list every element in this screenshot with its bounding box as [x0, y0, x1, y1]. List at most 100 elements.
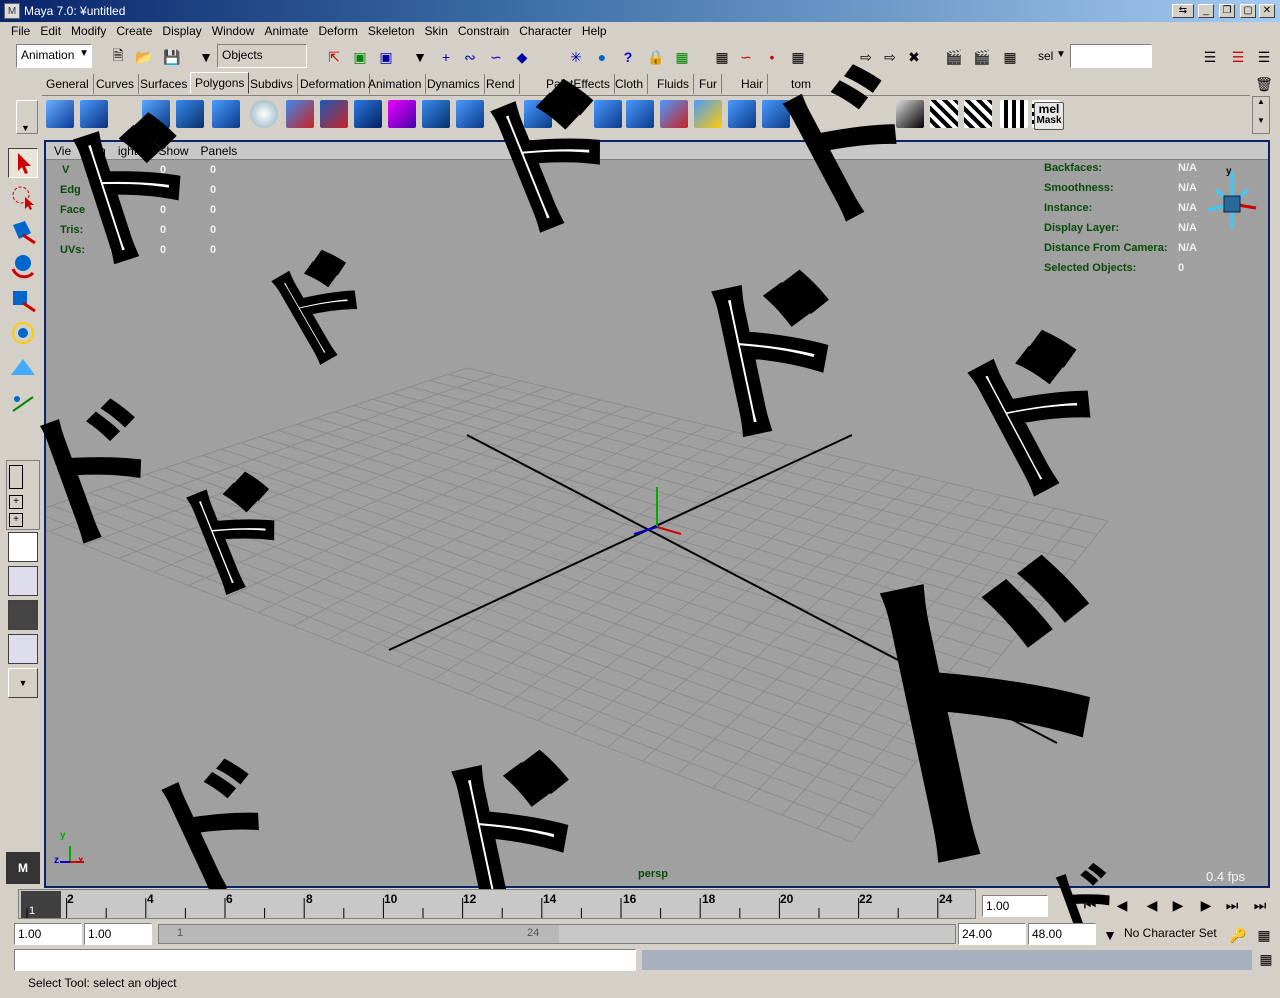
- attribute-editor-icon[interactable]: ☰: [1200, 47, 1220, 67]
- tab-cloth[interactable]: Cloth: [611, 74, 649, 94]
- cylindrical-mapping-icon[interactable]: [930, 100, 958, 128]
- menu-help[interactable]: Help: [577, 22, 612, 40]
- character-set-menu[interactable]: No Character Set: [1124, 926, 1217, 940]
- menu-window[interactable]: Window: [207, 22, 260, 40]
- playback-start-field[interactable]: 1.00: [84, 923, 152, 945]
- render-view-icon[interactable]: 🎬: [944, 47, 964, 67]
- mask-dropdown-icon[interactable]: ▼: [410, 47, 430, 67]
- playback-end-field[interactable]: 24.00: [958, 923, 1026, 945]
- snap-grid-icon[interactable]: ▦: [712, 47, 732, 67]
- quick-selection-input[interactable]: [1070, 44, 1152, 68]
- shelf-menu-button[interactable]: ▼: [16, 100, 38, 134]
- combine-icon[interactable]: [354, 100, 382, 128]
- menu-display[interactable]: Display: [157, 22, 206, 40]
- handles-icon[interactable]: +: [436, 47, 456, 67]
- wedge-face-icon[interactable]: [694, 100, 722, 128]
- restore-button[interactable]: ▢: [1240, 4, 1256, 18]
- highlight-selection-icon[interactable]: ▦: [672, 47, 692, 67]
- menuset-dropdown[interactable]: Animation ▼: [16, 44, 92, 68]
- auto-key-icon[interactable]: 🔑: [1228, 925, 1248, 945]
- shelf-scrollbar[interactable]: ▲ ▼: [1252, 96, 1270, 134]
- last-tool-icon[interactable]: [8, 386, 38, 416]
- tab-custom[interactable]: tom: [787, 74, 815, 94]
- tab-deformation[interactable]: Deformation: [296, 74, 371, 94]
- single-pane-layout-icon[interactable]: [9, 465, 23, 489]
- separate-icon[interactable]: [320, 100, 348, 128]
- merge-vertices-icon[interactable]: [660, 100, 688, 128]
- select-by-object-icon[interactable]: ▣: [350, 47, 370, 67]
- manipulator-tool-icon[interactable]: [8, 318, 38, 348]
- command-input[interactable]: [14, 949, 636, 971]
- poly-cube-icon[interactable]: [80, 100, 108, 128]
- tool-settings-icon[interactable]: ☰: [1228, 47, 1248, 67]
- snap-curve-icon[interactable]: ∽: [736, 47, 756, 67]
- tab-dynamics[interactable]: Dynamics: [423, 74, 485, 94]
- tab-painteffects[interactable]: PaintEffects: [542, 74, 615, 94]
- tab-general[interactable]: General: [42, 74, 94, 94]
- snap-view-plane-icon[interactable]: ▦: [788, 47, 808, 67]
- new-scene-icon[interactable]: 🗎: [108, 47, 128, 67]
- hypershade-layout-icon[interactable]: [8, 600, 38, 630]
- construction-history-icon[interactable]: ✖: [904, 47, 924, 67]
- play-forwards-icon[interactable]: ▶: [1168, 895, 1188, 915]
- tab-surfaces[interactable]: Surfaces: [136, 74, 193, 94]
- end-time-field[interactable]: 48.00: [1028, 923, 1096, 945]
- tab-curves[interactable]: Curves: [92, 74, 140, 94]
- select-by-hierarchy-icon[interactable]: ⇱: [324, 47, 344, 67]
- step-back-icon[interactable]: ◀: [1112, 895, 1132, 915]
- tab-fluids[interactable]: Fluids: [653, 74, 695, 94]
- selection-mode-field[interactable]: Objects: [217, 44, 307, 68]
- go-to-end-icon[interactable]: ⏭: [1222, 895, 1242, 915]
- snap-point-icon[interactable]: •: [762, 47, 782, 67]
- select-by-component-icon[interactable]: ▣: [376, 47, 396, 67]
- menu-skin[interactable]: Skin: [420, 22, 453, 40]
- go-to-start-icon[interactable]: ⏮: [1080, 895, 1100, 915]
- soft-mod-tool-icon[interactable]: [8, 352, 38, 382]
- tab-fur[interactable]: Fur: [695, 74, 722, 94]
- joints-icon[interactable]: ∾: [460, 47, 480, 67]
- layout-dropdown-button[interactable]: ▼: [8, 668, 38, 698]
- append-polygon-icon[interactable]: [728, 100, 756, 128]
- scale-tool-icon[interactable]: [8, 284, 38, 314]
- split-polygon-icon[interactable]: [524, 100, 552, 128]
- surfaces-icon[interactable]: ◆: [512, 47, 532, 67]
- extrude-edge-icon[interactable]: [594, 100, 622, 128]
- sel-dropdown-icon[interactable]: ▼: [1056, 49, 1066, 60]
- collapse-icon[interactable]: [762, 100, 790, 128]
- step-forward-icon[interactable]: ▶: [1196, 895, 1216, 915]
- menu-skeleton[interactable]: Skeleton: [363, 22, 420, 40]
- misc-icon[interactable]: ?: [618, 47, 638, 67]
- switch-icon[interactable]: ⇆: [1172, 4, 1194, 18]
- tab-subdivs[interactable]: Subdivs: [246, 74, 298, 94]
- chevron-down-icon[interactable]: ▼: [1100, 925, 1120, 945]
- planar-mapping-icon[interactable]: [896, 100, 924, 128]
- poly-pipe-icon[interactable]: [250, 100, 278, 128]
- channel-box-icon[interactable]: ☰: [1254, 47, 1274, 67]
- dopesheet-layout-icon[interactable]: [8, 634, 38, 664]
- menu-animate[interactable]: Animate: [259, 22, 313, 40]
- rotate-tool-icon[interactable]: [8, 250, 38, 280]
- time-slider[interactable]: 1 2 4 6 8 10 12 14 16 18 20 22 24: [18, 889, 976, 919]
- spherical-mapping-icon[interactable]: [964, 100, 992, 128]
- graph-layout-icon[interactable]: [8, 566, 38, 596]
- poly-torus-icon[interactable]: [212, 100, 240, 128]
- lasso-tool-icon[interactable]: [8, 182, 38, 212]
- extract-icon[interactable]: [286, 100, 314, 128]
- smooth-icon[interactable]: [422, 100, 450, 128]
- start-time-field[interactable]: 1.00: [14, 923, 82, 945]
- script-editor-icon[interactable]: ▦: [1256, 949, 1276, 969]
- current-time-field[interactable]: 1.00: [982, 895, 1048, 917]
- trash-icon[interactable]: 🗑: [1254, 74, 1274, 94]
- select-tool-icon[interactable]: [8, 148, 38, 178]
- bevel-icon[interactable]: [626, 100, 654, 128]
- menu-constrain[interactable]: Constrain: [453, 22, 514, 40]
- selection-mode-icon[interactable]: ▼: [196, 47, 216, 67]
- maximize-button[interactable]: ❐: [1219, 4, 1235, 18]
- rendering-icon[interactable]: ●: [592, 47, 612, 67]
- ipr-render-icon[interactable]: 🎬: [972, 47, 992, 67]
- dynamics-icon[interactable]: ✳: [566, 47, 586, 67]
- two-pane-layout-icon[interactable]: +: [9, 513, 23, 527]
- menu-file[interactable]: File: [6, 22, 35, 40]
- tab-polygons[interactable]: Polygons: [190, 72, 250, 94]
- animation-preferences-icon[interactable]: ▦: [1254, 925, 1274, 945]
